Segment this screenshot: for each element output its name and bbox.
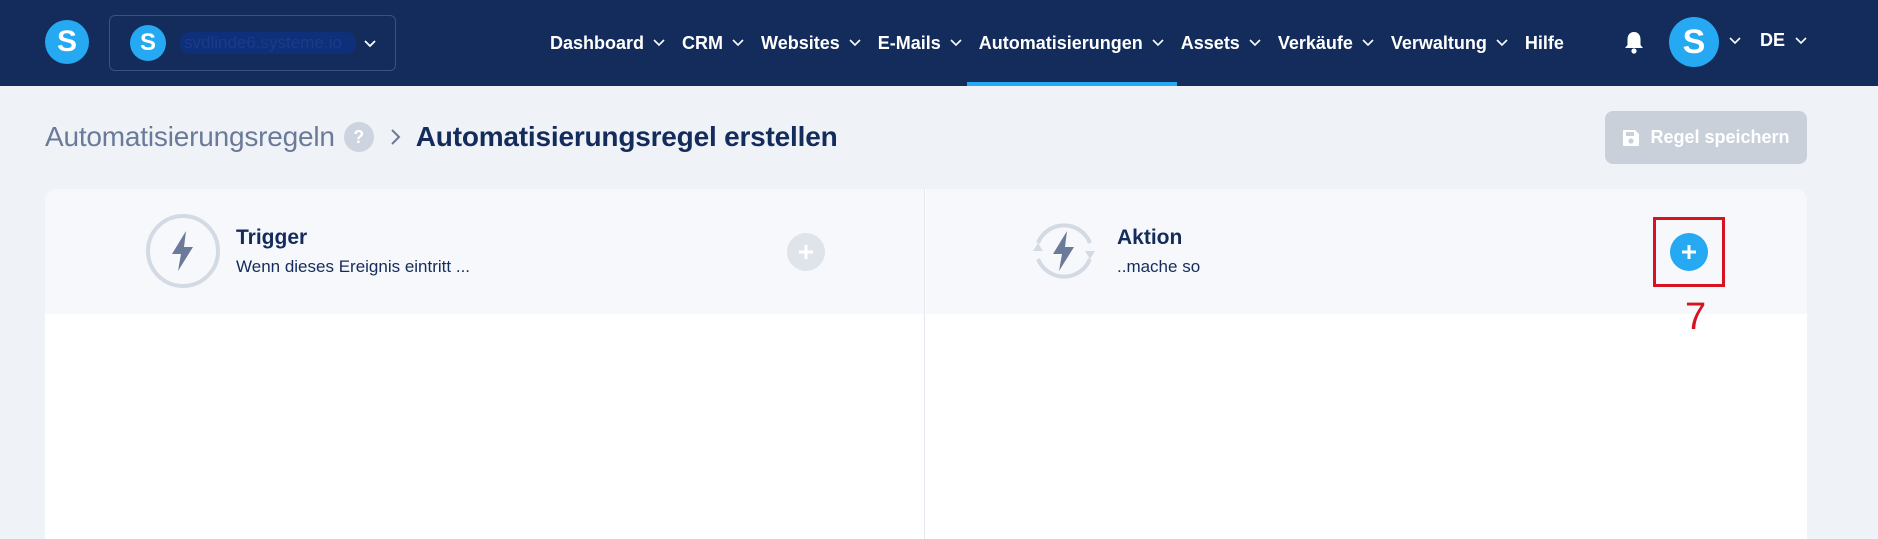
chevron-down-icon	[1496, 39, 1508, 47]
trigger-header: Trigger Wenn dieses Ereignis eintritt ..…	[45, 189, 924, 314]
chevron-down-icon	[653, 39, 665, 47]
app-logo[interactable]: S	[45, 20, 89, 64]
language-switcher[interactable]: DE	[1760, 30, 1807, 51]
trigger-title: Trigger	[236, 226, 308, 249]
nav-dashboard[interactable]: Dashboard	[550, 0, 665, 86]
chevron-down-icon	[1795, 36, 1807, 44]
nav-automatisierungen[interactable]: Automatisierungen	[966, 0, 1177, 86]
nav-verwaltung[interactable]: Verwaltung	[1391, 0, 1508, 86]
nav-emails[interactable]: E-Mails	[878, 0, 962, 86]
nav-label: Assets	[1180, 32, 1240, 53]
nav-label: Verkäufe	[1277, 32, 1353, 53]
nav-label: Hilfe	[1524, 32, 1564, 53]
help-icon[interactable]: ?	[343, 122, 374, 152]
nav-label: Verwaltung	[1390, 32, 1487, 53]
chevron-down-icon[interactable]	[1729, 37, 1741, 45]
nav-label: Automatisierungen	[978, 32, 1143, 53]
annotation-highlight-box	[1653, 217, 1725, 287]
breadcrumb: Automatisierungsregeln ? Automatisierung…	[45, 120, 838, 154]
chevron-down-icon	[364, 40, 376, 48]
bell-icon[interactable]	[1623, 30, 1645, 54]
rule-editor-panel: Trigger Wenn dieses Ereignis eintritt ..…	[45, 189, 1807, 539]
action-title: Aktion	[1117, 226, 1183, 249]
nav-hilfe[interactable]: Hilfe	[1525, 0, 1564, 86]
action-subtitle: ..mache so	[1117, 257, 1201, 276]
trigger-subtitle: Wenn dieses Ereignis eintritt ...	[236, 257, 471, 276]
trigger-column: Trigger Wenn dieses Ereignis eintritt ..…	[45, 189, 925, 539]
main-nav: Dashboard CRM Websites E-Mails Automatis…	[550, 0, 1581, 86]
nav-label: Dashboard	[550, 32, 645, 53]
top-navbar: S S svdlinde6.systeme.io Dashboard CRM W…	[0, 0, 1878, 86]
nav-crm[interactable]: CRM	[682, 0, 744, 86]
chevron-down-icon	[849, 39, 861, 47]
page-title: Automatisierungsregel erstellen	[415, 121, 838, 152]
add-trigger-button[interactable]	[787, 233, 825, 271]
nav-label: Websites	[761, 32, 840, 53]
save-rule-button[interactable]: Regel speichern	[1605, 111, 1807, 164]
save-icon	[1623, 129, 1640, 146]
save-button-label: Regel speichern	[1650, 127, 1790, 147]
lightning-cycle-icon	[1033, 223, 1095, 279]
workspace-switcher[interactable]: S svdlinde6.systeme.io	[109, 15, 396, 71]
workspace-avatar: S	[130, 25, 166, 61]
nav-label: CRM	[682, 32, 724, 53]
language-label: DE	[1760, 30, 1786, 50]
nav-assets[interactable]: Assets	[1181, 0, 1261, 86]
user-avatar[interactable]: S	[1669, 17, 1719, 67]
annotation-step-number: 7	[1685, 296, 1707, 338]
workspace-name: svdlinde6.systeme.io	[180, 32, 356, 54]
nav-websites[interactable]: Websites	[761, 0, 861, 86]
breadcrumb-parent-link[interactable]: Automatisierungsregeln	[45, 121, 335, 153]
nav-label: E-Mails	[877, 32, 941, 53]
nav-verkaeufe[interactable]: Verkäufe	[1278, 0, 1374, 86]
chevron-down-icon	[732, 39, 744, 47]
chevron-right-icon	[391, 129, 401, 145]
plus-icon	[799, 245, 813, 259]
lightning-icon	[146, 214, 220, 288]
chevron-down-icon	[1362, 39, 1374, 47]
chevron-down-icon	[1249, 39, 1261, 47]
chevron-down-icon	[1152, 39, 1164, 47]
chevron-down-icon	[950, 39, 962, 47]
